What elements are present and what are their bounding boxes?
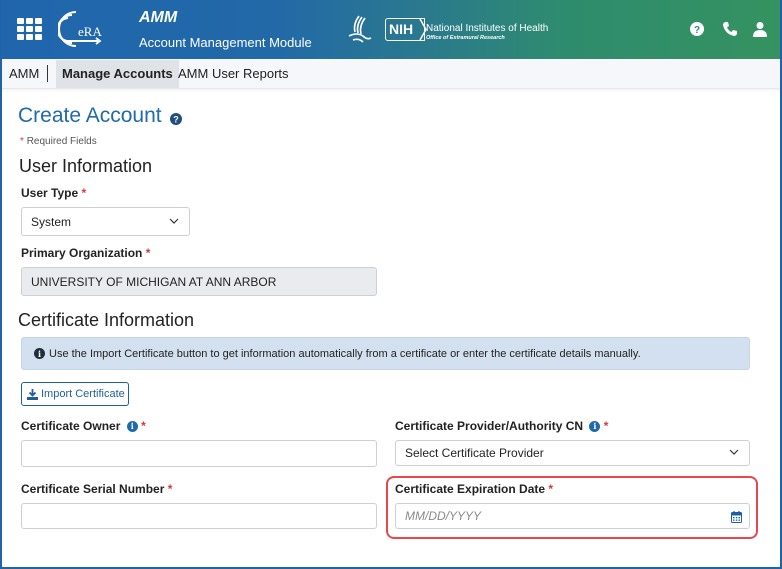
certificate-owner-label: Certificate Owner i * — [21, 419, 146, 433]
app-header: eRA AMM Account Management Module NIH Na… — [0, 0, 782, 59]
info-icon: i — [34, 348, 45, 359]
certificate-serial-number-label: Certificate Serial Number * — [21, 482, 173, 496]
svg-text:?: ? — [694, 25, 700, 36]
help-icon[interactable]: ? — [689, 21, 705, 37]
svg-text:eRA: eRA — [78, 24, 102, 39]
certificate-provider-label: Certificate Provider/Authority CN i * — [395, 419, 609, 433]
info-icon[interactable]: i — [126, 420, 138, 432]
download-icon — [27, 388, 38, 400]
hhs-eagle-icon — [348, 15, 372, 43]
calendar-icon[interactable] — [731, 511, 742, 523]
required-fields-note: * Required Fields — [20, 136, 97, 147]
apps-grid-icon[interactable] — [17, 18, 42, 40]
info-alert: i Use the Import Certificate button to g… — [21, 337, 750, 370]
certificate-provider-select[interactable]: Select Certificate Provider — [395, 440, 750, 466]
certificate-serial-number-input[interactable] — [21, 503, 377, 529]
nih-title: National Institutes of Health — [426, 23, 549, 34]
user-icon[interactable] — [752, 21, 768, 37]
info-icon[interactable]: i — [589, 420, 601, 432]
nav-bar: AMM Manage Accounts AMM User Reports — [0, 59, 782, 89]
era-logo: eRA — [58, 11, 102, 47]
certificate-expiration-date-label: Certificate Expiration Date * — [395, 482, 554, 496]
user-type-label: User Type * — [21, 186, 87, 200]
app-subtitle: Account Management Module — [139, 35, 312, 50]
user-information-heading: User Information — [19, 156, 153, 176]
app-title: AMM — [139, 9, 178, 26]
certificate-owner-input[interactable] — [21, 440, 377, 467]
primary-organization-field: UNIVERSITY OF MICHIGAN AT ANN ARBOR — [21, 267, 377, 296]
nav-root[interactable]: AMM — [9, 66, 39, 81]
nav-divider — [47, 65, 48, 82]
user-type-select[interactable]: System — [21, 207, 190, 236]
svg-text:?: ? — [173, 115, 179, 125]
import-certificate-button[interactable]: Import Certificate — [21, 382, 129, 406]
page-title: Create Account — [18, 104, 162, 127]
help-icon[interactable]: ? — [170, 113, 182, 125]
chevron-down-icon — [729, 449, 739, 455]
phone-icon[interactable] — [722, 21, 738, 37]
certificate-expiration-date-input[interactable]: MM/DD/YYYY — [395, 503, 750, 529]
certificate-information-heading: Certificate Information — [18, 310, 195, 330]
nih-subtitle: Office of Extramural Research — [426, 35, 505, 41]
nav-item-amm-user-reports[interactable]: AMM User Reports — [172, 60, 295, 88]
primary-organization-label: Primary Organization * — [21, 246, 151, 260]
chevron-down-icon — [169, 218, 179, 224]
nav-item-manage-accounts[interactable]: Manage Accounts — [56, 60, 179, 88]
